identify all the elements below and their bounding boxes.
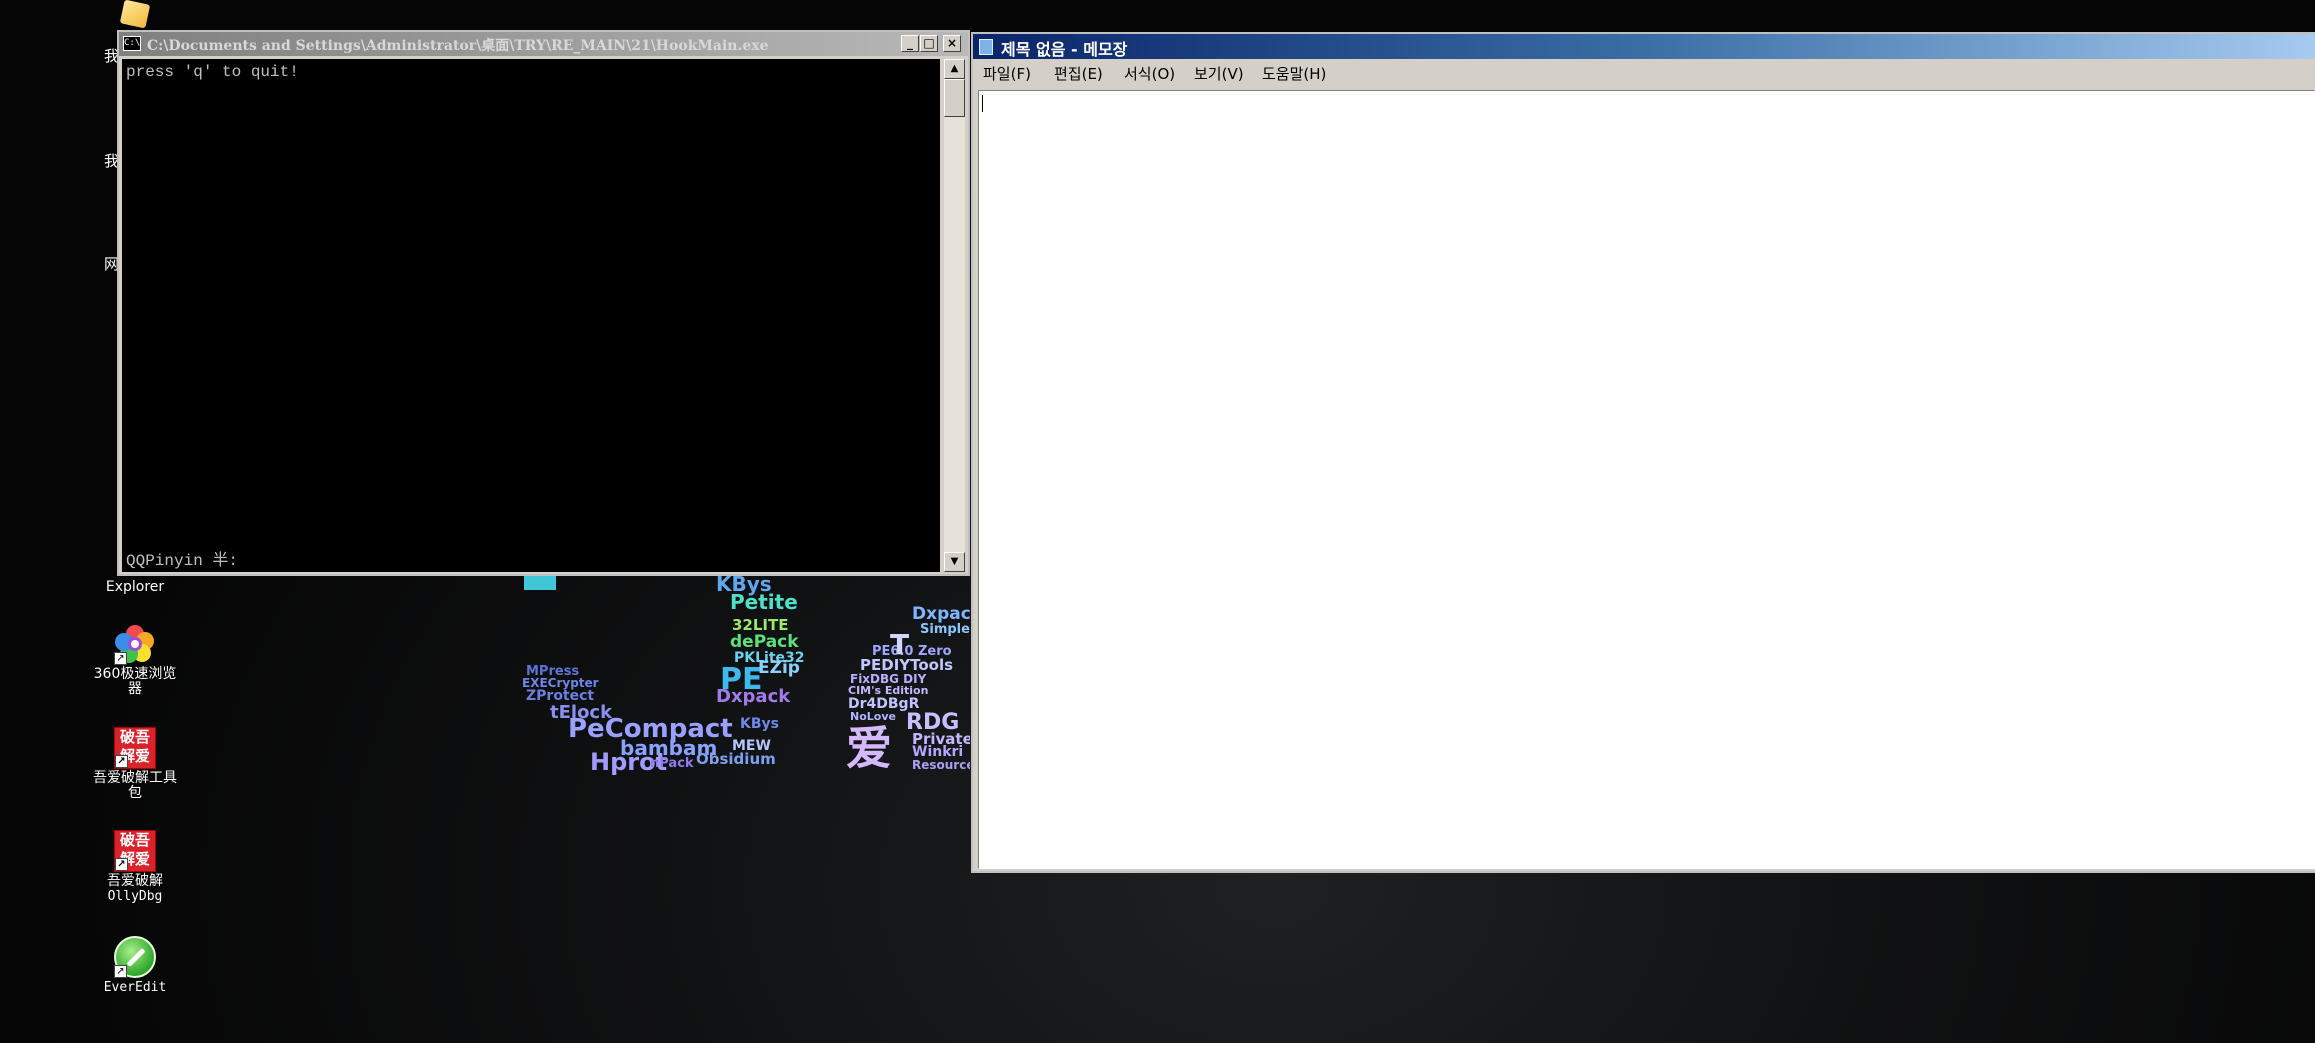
minimize-button[interactable]: _ (901, 35, 919, 52)
desktop-icon-label: 360极速浏览 (93, 666, 177, 682)
console-window[interactable]: C:\ C:\Documents and Settings\Administra… (117, 30, 970, 576)
notepad-title: 제목 없음 - 메모장 (1001, 40, 1128, 59)
menu-view[interactable]: 보기(V) (1194, 63, 1244, 84)
desktop-icon-label: 吾爱破解 (107, 873, 163, 889)
console-title: C:\Documents and Settings\Administrator\… (147, 38, 769, 54)
desktop-icon-label: Explorer (105, 579, 165, 595)
scroll-thumb[interactable] (944, 79, 965, 117)
browser-360-icon: ↗ (114, 623, 156, 665)
console-scrollbar[interactable]: ▲ ▼ (944, 59, 965, 572)
everedit-pen-icon: ↗ (114, 936, 156, 978)
console-screen[interactable]: press 'q' to quit! QQPinyin 半: (122, 59, 940, 572)
folder-icon (119, 0, 151, 29)
shortcut-arrow-icon: ↗ (115, 858, 128, 871)
text-caret (982, 95, 983, 112)
console-app-icon[interactable]: C:\ (123, 36, 141, 51)
notepad-titlebar[interactable]: 제목 없음 - 메모장 (973, 34, 2315, 59)
notepad-window[interactable]: 제목 없음 - 메모장 파일(F) 편집(E) 서식(O) 보기(V) 도움말(… (971, 32, 2315, 873)
menu-help[interactable]: 도움말(H) (1262, 63, 1326, 84)
wallpaper-word-art: KBys Petite 32LITE dePack PKLite32 PE EZ… (522, 572, 970, 776)
desktop-icon-label: OllyDbg (107, 889, 163, 904)
desktop-icon-label: 器 (128, 681, 142, 697)
menu-file[interactable]: 파일(F) (983, 63, 1031, 84)
shortcut-arrow-icon: ↗ (114, 652, 127, 665)
shortcut-arrow-icon: ↗ (114, 965, 127, 978)
console-output: press 'q' to quit! (126, 63, 299, 81)
desktop-icon-everedit[interactable]: ↗ EverEdit (80, 936, 190, 995)
shortcut-arrow-icon: ↗ (115, 755, 128, 768)
desktop-icon-label: EverEdit (103, 980, 167, 995)
desktop-icon-partial[interactable] (118, 0, 158, 32)
desktop-icon-label: 包 (128, 785, 142, 801)
scroll-down-button[interactable]: ▼ (944, 552, 965, 572)
menu-format[interactable]: 서식(O) (1124, 63, 1175, 84)
notepad-text-area[interactable] (978, 90, 2315, 869)
desktop-icon-360-browser[interactable]: ↗ 360极速浏览 器 (80, 623, 190, 697)
desktop-icon-label: 吾爱破解工具 (93, 770, 177, 786)
desktop-icon-ollydbg[interactable]: 破吾 解爱 ↗ 吾爱破解 OllyDbg (80, 830, 190, 904)
notepad-app-icon[interactable] (979, 39, 993, 55)
52pojie-logo-icon: 破吾 解爱 ↗ (114, 727, 156, 769)
menu-bar: 파일(F) 편집(E) 서식(O) 보기(V) 도움말(H) (973, 61, 2315, 83)
scroll-up-button[interactable]: ▲ (944, 59, 965, 79)
console-titlebar[interactable]: C:\ C:\Documents and Settings\Administra… (119, 32, 968, 56)
ime-status: QQPinyin 半: (126, 552, 239, 570)
maximize-button[interactable]: □ (920, 35, 938, 52)
desktop-icon-52pojie-tools[interactable]: 破吾 解爱 ↗ 吾爱破解工具 包 (80, 727, 190, 801)
close-button[interactable]: × (943, 35, 961, 52)
52pojie-logo-icon: 破吾 解爱 ↗ (114, 830, 156, 872)
menu-edit[interactable]: 편집(E) (1054, 63, 1103, 84)
